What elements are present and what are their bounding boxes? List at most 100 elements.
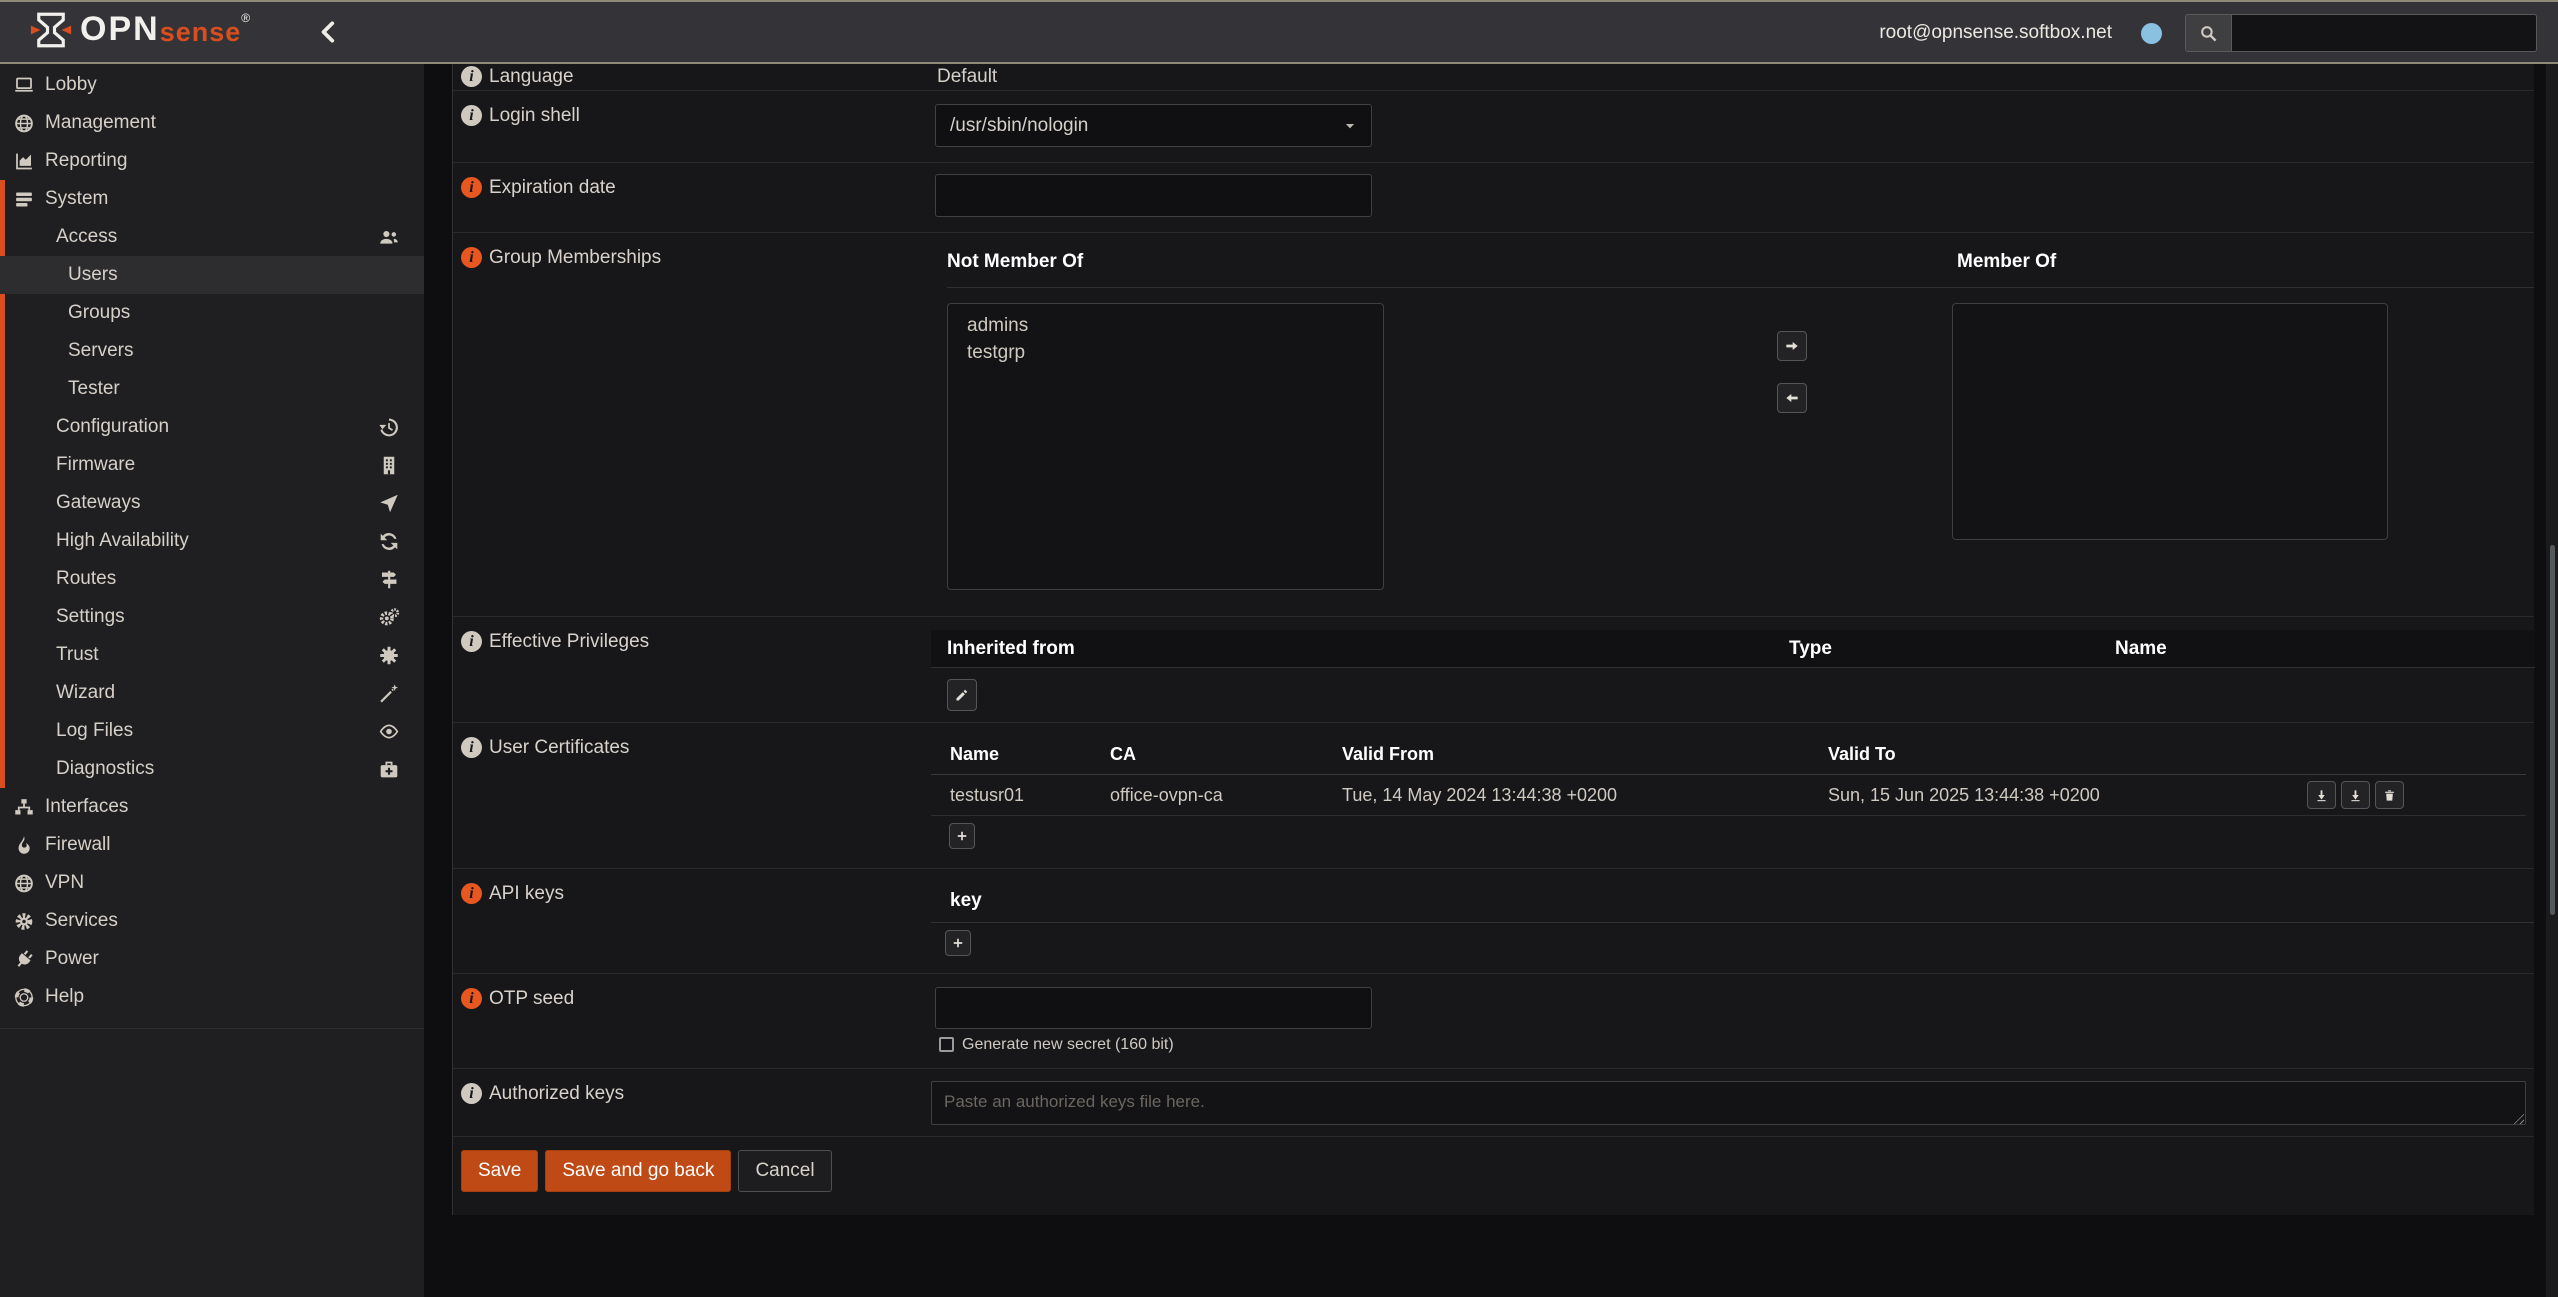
sidebar-item-trust[interactable]: Trust [0, 636, 424, 674]
col-type: Type [1789, 638, 1832, 660]
opnsense-hourglass-icon [30, 9, 72, 51]
sidebar-item-lobby[interactable]: Lobby [0, 66, 424, 104]
sidebar-item-label: Log Files [56, 720, 133, 742]
sidebar-item-services[interactable]: Services [0, 902, 424, 940]
generate-secret-checkbox[interactable] [939, 1037, 954, 1052]
sidebar-item-groups[interactable]: Groups [0, 294, 424, 332]
remove-group-button[interactable] [1777, 383, 1807, 413]
brand-opn: OPN [80, 8, 160, 50]
expiration-date-input[interactable] [935, 174, 1372, 217]
sidebar-item-label: Power [45, 948, 99, 970]
opnsense-logo[interactable]: OPN sense ® [30, 8, 250, 56]
sidebar-item-high-availability[interactable]: High Availability [0, 522, 424, 560]
sidebar-item-reporting[interactable]: Reporting [0, 142, 424, 180]
sidebar-item-log-files[interactable]: Log Files [0, 712, 424, 750]
cancel-button[interactable]: Cancel [738, 1150, 831, 1192]
sidebar-item-label: Services [45, 910, 118, 932]
api-keys-divider [931, 922, 2534, 923]
sidebar-item-power[interactable]: Power [0, 940, 424, 978]
sidebar-item-wizard[interactable]: Wizard [0, 674, 424, 712]
save-and-go-back-button[interactable]: Save and go back [545, 1150, 731, 1192]
sidebar-item-interfaces[interactable]: Interfaces [0, 788, 424, 826]
info-icon[interactable]: i [461, 66, 482, 87]
download-key-button[interactable] [2341, 781, 2370, 809]
sidebar-item-label: High Availability [56, 530, 189, 552]
col-inherited-from: Inherited from [947, 638, 1075, 660]
field-label: User Certificates [489, 737, 629, 759]
form-actions: Save Save and go back Cancel [453, 1137, 2534, 1215]
generate-secret-label[interactable]: Generate new secret (160 bit) [962, 1036, 1174, 1054]
sidebar-item-label: Groups [68, 302, 130, 324]
brand-sense: sense [160, 8, 242, 56]
plus-icon [956, 830, 968, 842]
api-key-column-header: key [950, 890, 982, 912]
magic-wand-icon [377, 683, 401, 704]
member-of-listbox[interactable] [1952, 303, 2388, 540]
sidebar-item-settings[interactable]: Settings [0, 598, 424, 636]
group-option-testgrp[interactable]: testgrp [948, 339, 1383, 366]
sidebar-item-firewall[interactable]: Firewall [0, 826, 424, 864]
col-ca: CA [1091, 735, 1323, 774]
form-row-login-shell: i Login shell /usr/sbin/nologin [453, 91, 2534, 163]
sidebar-item-label: Lobby [45, 74, 97, 96]
sidebar-item-configuration[interactable]: Configuration [0, 408, 424, 446]
sidebar-item-servers[interactable]: Servers [0, 332, 424, 370]
login-shell-select[interactable]: /usr/sbin/nologin [935, 104, 1372, 147]
search-input[interactable] [2232, 15, 2536, 51]
cert-name: testusr01 [931, 775, 1091, 815]
sidebar-item-label: Gateways [56, 492, 140, 514]
delete-certificate-button[interactable] [2375, 781, 2404, 809]
info-icon[interactable]: i [461, 247, 482, 268]
authorized-keys-textarea[interactable] [931, 1081, 2526, 1125]
sidebar-item-gateways[interactable]: Gateways [0, 484, 424, 522]
info-icon[interactable]: i [461, 105, 482, 126]
download-icon [2349, 789, 2362, 802]
sidebar-item-users[interactable]: Users [0, 256, 424, 294]
sidebar-item-firmware[interactable]: Firmware [0, 446, 424, 484]
sidebar-item-system[interactable]: System [0, 180, 424, 218]
field-label: Effective Privileges [489, 631, 649, 653]
save-button[interactable]: Save [461, 1150, 538, 1192]
sidebar-item-label: Diagnostics [56, 758, 154, 780]
sidebar-item-vpn[interactable]: VPN [0, 864, 424, 902]
field-label: Authorized keys [489, 1083, 624, 1105]
topbar: OPN sense ® root@opnsense.softbox.net [0, 2, 2558, 64]
sidebar-item-diagnostics[interactable]: Diagnostics [0, 750, 424, 788]
info-icon[interactable]: i [461, 737, 482, 758]
field-label: Login shell [489, 105, 580, 127]
users-group-icon [377, 227, 401, 248]
otp-seed-input[interactable] [935, 987, 1372, 1029]
sitemap-icon [12, 797, 36, 818]
info-icon[interactable]: i [461, 631, 482, 652]
certificates-table: Name CA Valid From Valid To testusr01 of… [931, 735, 2526, 816]
sidebar-item-label: Tester [68, 378, 120, 400]
info-icon[interactable]: i [461, 883, 482, 904]
sidebar-item-label: Help [45, 986, 84, 1008]
scrollbar-track [2546, 64, 2558, 1297]
sidebar-item-help[interactable]: Help [0, 978, 424, 1016]
sidebar: Lobby Management Reporting System Access… [0, 64, 424, 1297]
info-icon[interactable]: i [461, 177, 482, 198]
add-group-button[interactable] [1777, 331, 1807, 361]
form-row-effective-privileges: i Effective Privileges Inherited from Typ… [453, 617, 2534, 723]
sidebar-item-routes[interactable]: Routes [0, 560, 424, 598]
cert-valid-from: Tue, 14 May 2024 13:44:38 +0200 [1323, 775, 1809, 815]
caret-down-icon [1343, 119, 1357, 133]
sidebar-item-management[interactable]: Management [0, 104, 424, 142]
eye-icon [377, 721, 401, 742]
download-certificate-button[interactable] [2307, 781, 2336, 809]
collapse-sidebar-icon[interactable] [316, 19, 342, 45]
download-icon [2315, 789, 2328, 802]
pencil-icon [955, 688, 969, 702]
not-member-of-listbox[interactable]: admins testgrp [947, 303, 1384, 590]
info-icon[interactable]: i [461, 1083, 482, 1104]
edit-privileges-button[interactable] [947, 679, 977, 711]
sidebar-item-access[interactable]: Access [0, 218, 424, 256]
member-of-header: Member Of [1957, 251, 2056, 273]
group-option-admins[interactable]: admins [948, 312, 1383, 339]
add-certificate-button[interactable] [949, 823, 975, 849]
scrollbar-thumb[interactable] [2550, 545, 2555, 915]
info-icon[interactable]: i [461, 988, 482, 1009]
sidebar-item-tester[interactable]: Tester [0, 370, 424, 408]
add-api-key-button[interactable] [945, 930, 971, 956]
